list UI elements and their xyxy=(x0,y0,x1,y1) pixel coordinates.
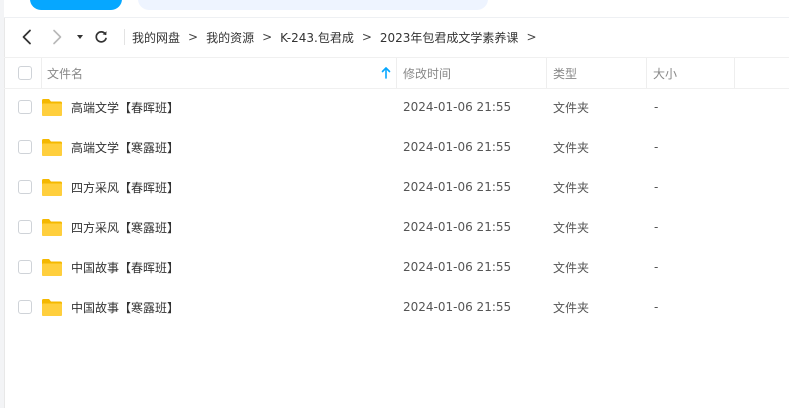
table-row[interactable]: 中国故事【寒露班】 2024-01-06 21:55 文件夹 - xyxy=(4,287,789,327)
breadcrumb-separator: > xyxy=(361,30,372,44)
file-size: - xyxy=(654,220,659,234)
folder-icon xyxy=(42,139,62,156)
folder-icon xyxy=(42,219,62,236)
file-size: - xyxy=(654,180,659,194)
table-row[interactable]: 四方采风【寒露班】 2024-01-06 21:55 文件夹 - xyxy=(4,207,789,247)
file-type: 文件夹 xyxy=(553,300,590,315)
column-divider xyxy=(41,58,42,88)
file-name[interactable]: 四方采风【春晖班】 xyxy=(71,167,179,207)
column-divider xyxy=(734,58,735,88)
modified-time: 2024-01-06 21:55 xyxy=(403,140,512,154)
history-dropdown[interactable] xyxy=(69,25,91,49)
modified-time: 2024-01-06 21:55 xyxy=(403,300,512,314)
file-type: 文件夹 xyxy=(553,140,590,155)
modified-time: 2024-01-06 21:55 xyxy=(403,260,512,274)
file-type: 文件夹 xyxy=(553,180,590,195)
modified-time: 2024-01-06 21:55 xyxy=(403,100,512,114)
modified-time: 2024-01-06 21:55 xyxy=(403,220,512,234)
breadcrumb-item-my-resources[interactable]: 我的资源 xyxy=(206,29,254,46)
file-type: 文件夹 xyxy=(553,100,590,115)
file-name[interactable]: 高端文学【春晖班】 xyxy=(71,87,179,127)
breadcrumb-item-course[interactable]: 2023年包君成文学素养课 xyxy=(380,29,519,46)
column-header-modified[interactable]: 修改时间 xyxy=(403,58,451,88)
breadcrumb-item-my-drive[interactable]: 我的网盘 xyxy=(132,29,180,46)
file-size: - xyxy=(654,260,659,274)
folder-icon xyxy=(42,299,62,316)
folder-icon xyxy=(42,99,62,116)
breadcrumb-separator: > xyxy=(188,30,199,44)
file-size: - xyxy=(654,140,659,154)
column-divider xyxy=(546,58,547,88)
column-divider xyxy=(646,58,647,88)
table-row[interactable]: 高端文学【春晖班】 2024-01-06 21:55 文件夹 - xyxy=(4,87,789,127)
chevron-left-icon xyxy=(22,29,31,45)
file-size: - xyxy=(654,100,659,114)
file-name[interactable]: 高端文学【寒露班】 xyxy=(71,127,179,167)
breadcrumb-separator: > xyxy=(526,30,537,44)
refresh-button[interactable] xyxy=(90,25,112,49)
sort-ascending-icon[interactable] xyxy=(380,66,392,80)
row-checkbox[interactable] xyxy=(18,100,32,114)
row-checkbox[interactable] xyxy=(18,260,32,274)
select-all-checkbox[interactable] xyxy=(18,66,32,80)
breadcrumb-item-k243[interactable]: K-243.包君成 xyxy=(280,29,354,46)
file-type: 文件夹 xyxy=(553,220,590,235)
row-checkbox[interactable] xyxy=(18,300,32,314)
column-divider xyxy=(396,58,397,88)
table-row[interactable]: 高端文学【寒露班】 2024-01-06 21:55 文件夹 - xyxy=(4,127,789,167)
top-toolbar xyxy=(4,0,789,18)
navigation-bar: 我的网盘 > 我的资源 > K-243.包君成 > 2023年包君成文学素养课 … xyxy=(4,17,789,57)
column-header-size[interactable]: 大小 xyxy=(653,58,677,88)
row-checkbox[interactable] xyxy=(18,180,32,194)
back-button[interactable] xyxy=(16,25,38,49)
row-checkbox[interactable] xyxy=(18,220,32,234)
refresh-icon xyxy=(95,31,107,43)
row-checkbox[interactable] xyxy=(18,140,32,154)
file-name[interactable]: 四方采风【寒露班】 xyxy=(71,207,179,247)
toolbar-pill[interactable] xyxy=(138,0,488,10)
breadcrumb: 我的网盘 > 我的资源 > K-243.包君成 > 2023年包君成文学素养课 … xyxy=(132,17,545,57)
folder-icon xyxy=(42,259,62,276)
forward-button[interactable] xyxy=(46,25,68,49)
table-header: 文件名 修改时间 类型 大小 xyxy=(4,57,789,89)
file-name[interactable]: 中国故事【寒露班】 xyxy=(71,287,179,327)
folder-icon xyxy=(42,179,62,196)
breadcrumb-separator: > xyxy=(262,30,273,44)
file-size: - xyxy=(654,300,659,314)
file-type: 文件夹 xyxy=(553,260,590,275)
table-row[interactable]: 中国故事【春晖班】 2024-01-06 21:55 文件夹 - xyxy=(4,247,789,287)
column-header-name[interactable]: 文件名 xyxy=(47,58,83,88)
table-row[interactable]: 四方采风【春晖班】 2024-01-06 21:55 文件夹 - xyxy=(4,167,789,207)
caret-down-icon xyxy=(77,35,83,39)
modified-time: 2024-01-06 21:55 xyxy=(403,180,512,194)
nav-divider xyxy=(124,29,125,45)
chevron-right-icon xyxy=(53,29,62,45)
file-name[interactable]: 中国故事【春晖班】 xyxy=(71,247,179,287)
column-header-type[interactable]: 类型 xyxy=(553,58,577,88)
upload-button[interactable] xyxy=(30,0,122,10)
